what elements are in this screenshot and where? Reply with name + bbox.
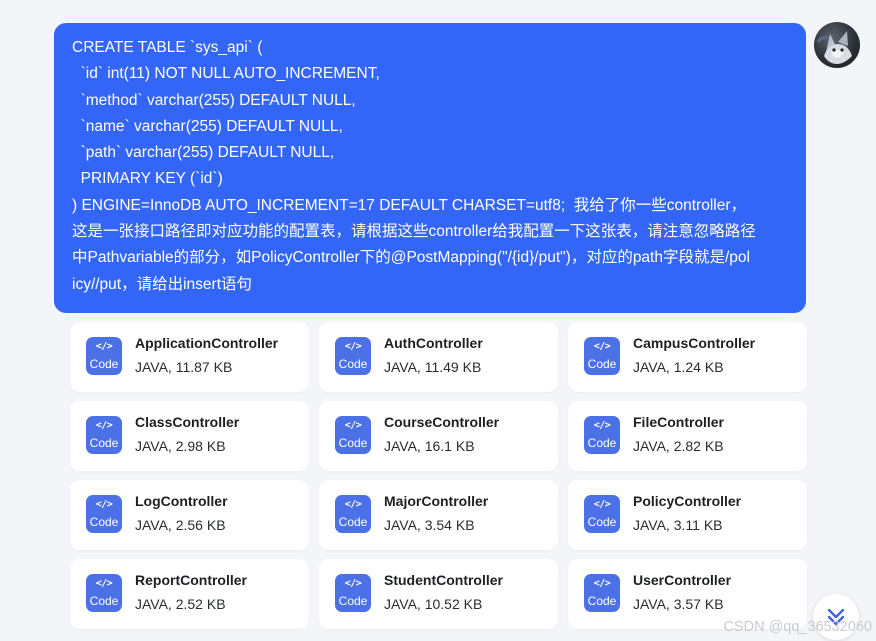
code-file-icon: </> Code — [335, 574, 371, 612]
file-meta: JAVA, 3.11 KB — [633, 517, 723, 533]
code-brackets-icon: </> — [344, 420, 362, 431]
file-card[interactable]: </> Code MajorController JAVA, 3.54 KB — [319, 480, 558, 550]
code-brackets-icon: </> — [95, 499, 113, 510]
file-meta: JAVA, 2.98 KB — [135, 438, 226, 454]
code-file-icon: </> Code — [86, 574, 122, 612]
file-name: UserController — [633, 572, 732, 588]
file-type-label: Code — [338, 594, 368, 608]
code-brackets-icon: </> — [593, 499, 611, 510]
file-meta: JAVA, 1.24 KB — [633, 359, 724, 375]
file-meta: JAVA, 10.52 KB — [384, 596, 483, 612]
code-file-icon: </> Code — [335, 416, 371, 454]
file-name: AuthController — [384, 335, 483, 351]
file-name: FileController — [633, 414, 725, 430]
message-line: CREATE TABLE `sys_api` ( — [72, 39, 263, 56]
file-card[interactable]: </> Code AuthController JAVA, 11.49 KB — [319, 322, 558, 392]
file-name: StudentController — [384, 572, 503, 588]
wolf-avatar-icon — [816, 31, 852, 64]
code-file-icon: </> Code — [584, 337, 620, 375]
user-message-bubble: CREATE TABLE `sys_api` ( `id` int(11) NO… — [54, 23, 806, 313]
file-type-label: Code — [338, 436, 368, 450]
user-avatar[interactable] — [814, 22, 860, 68]
message-line: 这是一张接口路径即对应功能的配置表，请根据这些controller给我配置一下这… — [72, 223, 756, 241]
file-card[interactable]: </> Code FileController JAVA, 2.82 KB — [568, 401, 807, 471]
file-type-label: Code — [338, 515, 368, 529]
message-line: PRIMARY KEY (`id`) — [72, 170, 223, 188]
file-meta: JAVA, 2.82 KB — [633, 438, 724, 454]
code-file-icon: </> Code — [335, 337, 371, 375]
code-file-icon: </> Code — [86, 416, 122, 454]
code-file-icon: </> Code — [86, 495, 122, 533]
code-file-icon: </> Code — [584, 416, 620, 454]
file-card[interactable]: </> Code LogController JAVA, 2.56 KB — [70, 480, 309, 550]
attachment-grid: </> Code ApplicationController JAVA, 11.… — [70, 322, 807, 629]
file-card[interactable]: </> Code ReportController JAVA, 2.52 KB — [70, 559, 309, 629]
message-line: icy//put，请给出insert语句 — [72, 275, 253, 293]
code-file-icon: </> Code — [584, 495, 620, 533]
file-name: CourseController — [384, 414, 500, 430]
file-card[interactable]: </> Code CampusController JAVA, 1.24 KB — [568, 322, 807, 392]
file-meta: JAVA, 3.57 KB — [633, 596, 724, 612]
file-card[interactable]: </> Code ApplicationController JAVA, 11.… — [70, 322, 309, 392]
file-name: CampusController — [633, 335, 756, 351]
file-meta: JAVA, 2.52 KB — [135, 596, 226, 612]
file-type-label: Code — [89, 515, 119, 529]
code-brackets-icon: </> — [344, 499, 362, 510]
file-type-label: Code — [89, 436, 119, 450]
file-type-label: Code — [587, 515, 617, 529]
code-brackets-icon: </> — [95, 578, 113, 589]
message-line: `path` varchar(255) DEFAULT NULL, — [72, 144, 335, 162]
file-name: ApplicationController — [135, 335, 279, 351]
file-type-label: Code — [587, 357, 617, 371]
file-name: PolicyController — [633, 493, 742, 509]
code-brackets-icon: </> — [344, 578, 362, 589]
file-name: LogController — [135, 493, 228, 509]
message-line: ) ENGINE=InnoDB AUTO_INCREMENT=17 DEFAUL… — [72, 196, 747, 214]
code-file-icon: </> Code — [584, 574, 620, 612]
watermark: CSDN @qq_36532060 — [723, 619, 872, 635]
file-type-label: Code — [587, 436, 617, 450]
file-meta: JAVA, 11.87 KB — [135, 359, 233, 375]
code-brackets-icon: </> — [593, 578, 611, 589]
message-line: 中Pathvariable的部分，如PolicyController下的@Pos… — [72, 249, 750, 267]
message-line: `id` int(11) NOT NULL AUTO_INCREMENT, — [72, 65, 380, 83]
file-meta: JAVA, 16.1 KB — [384, 438, 475, 454]
code-brackets-icon: </> — [344, 341, 362, 352]
file-card[interactable]: </> Code CourseController JAVA, 16.1 KB — [319, 401, 558, 471]
code-brackets-icon: </> — [95, 341, 113, 352]
file-type-label: Code — [89, 594, 119, 608]
file-name: ReportController — [135, 572, 247, 588]
message-line: `name` varchar(255) DEFAULT NULL, — [72, 117, 343, 135]
code-file-icon: </> Code — [86, 337, 122, 375]
file-type-label: Code — [587, 594, 617, 608]
code-brackets-icon: </> — [95, 420, 113, 431]
file-card[interactable]: </> Code StudentController JAVA, 10.52 K… — [319, 559, 558, 629]
file-type-label: Code — [89, 357, 119, 371]
file-meta: JAVA, 3.54 KB — [384, 517, 475, 533]
code-file-icon: </> Code — [335, 495, 371, 533]
file-name: MajorController — [384, 493, 489, 509]
file-meta: JAVA, 2.56 KB — [135, 517, 226, 533]
file-type-label: Code — [338, 357, 368, 371]
file-card[interactable]: </> Code ClassController JAVA, 2.98 KB — [70, 401, 309, 471]
file-name: ClassController — [135, 414, 240, 430]
code-brackets-icon: </> — [593, 420, 611, 431]
file-card[interactable]: </> Code PolicyController JAVA, 3.11 KB — [568, 480, 807, 550]
code-brackets-icon: </> — [593, 341, 611, 352]
message-line: `method` varchar(255) DEFAULT NULL, — [72, 91, 356, 109]
file-meta: JAVA, 11.49 KB — [384, 359, 482, 375]
